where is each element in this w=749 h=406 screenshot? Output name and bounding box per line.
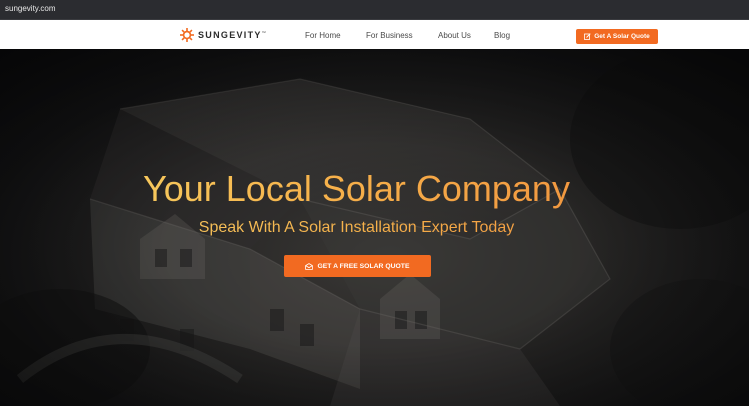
get-free-solar-quote-label: GET A FREE SOLAR QUOTE — [317, 262, 410, 270]
nav-link-for-business[interactable]: For Business — [366, 31, 413, 40]
get-free-solar-quote-button[interactable]: GET A FREE SOLAR QUOTE — [284, 255, 431, 277]
nav-link-for-home[interactable]: For Home — [305, 31, 341, 40]
hero-headline: Your Local Solar Company — [0, 167, 713, 211]
browser-address-bar[interactable]: sungevity.com — [0, 0, 749, 20]
hero-section: Your Local Solar Company Speak With A So… — [0, 49, 749, 406]
nav-link-about-us[interactable]: About Us — [438, 31, 471, 40]
url-text: sungevity.com — [5, 4, 56, 13]
logo[interactable]: SUNGEVITY™ — [180, 28, 266, 42]
envelope-icon — [305, 262, 314, 270]
nav-link-blog[interactable]: Blog — [494, 31, 510, 40]
get-solar-quote-button[interactable]: Get A Solar Quote — [576, 29, 658, 44]
site-header: SUNGEVITY™ For Home For Business About U… — [0, 20, 749, 49]
edit-icon — [584, 33, 591, 40]
logo-text: SUNGEVITY™ — [198, 30, 266, 40]
sun-icon — [180, 28, 194, 42]
get-solar-quote-label: Get A Solar Quote — [594, 33, 650, 40]
hero-subheadline: Speak With A Solar Installation Expert T… — [0, 218, 713, 238]
